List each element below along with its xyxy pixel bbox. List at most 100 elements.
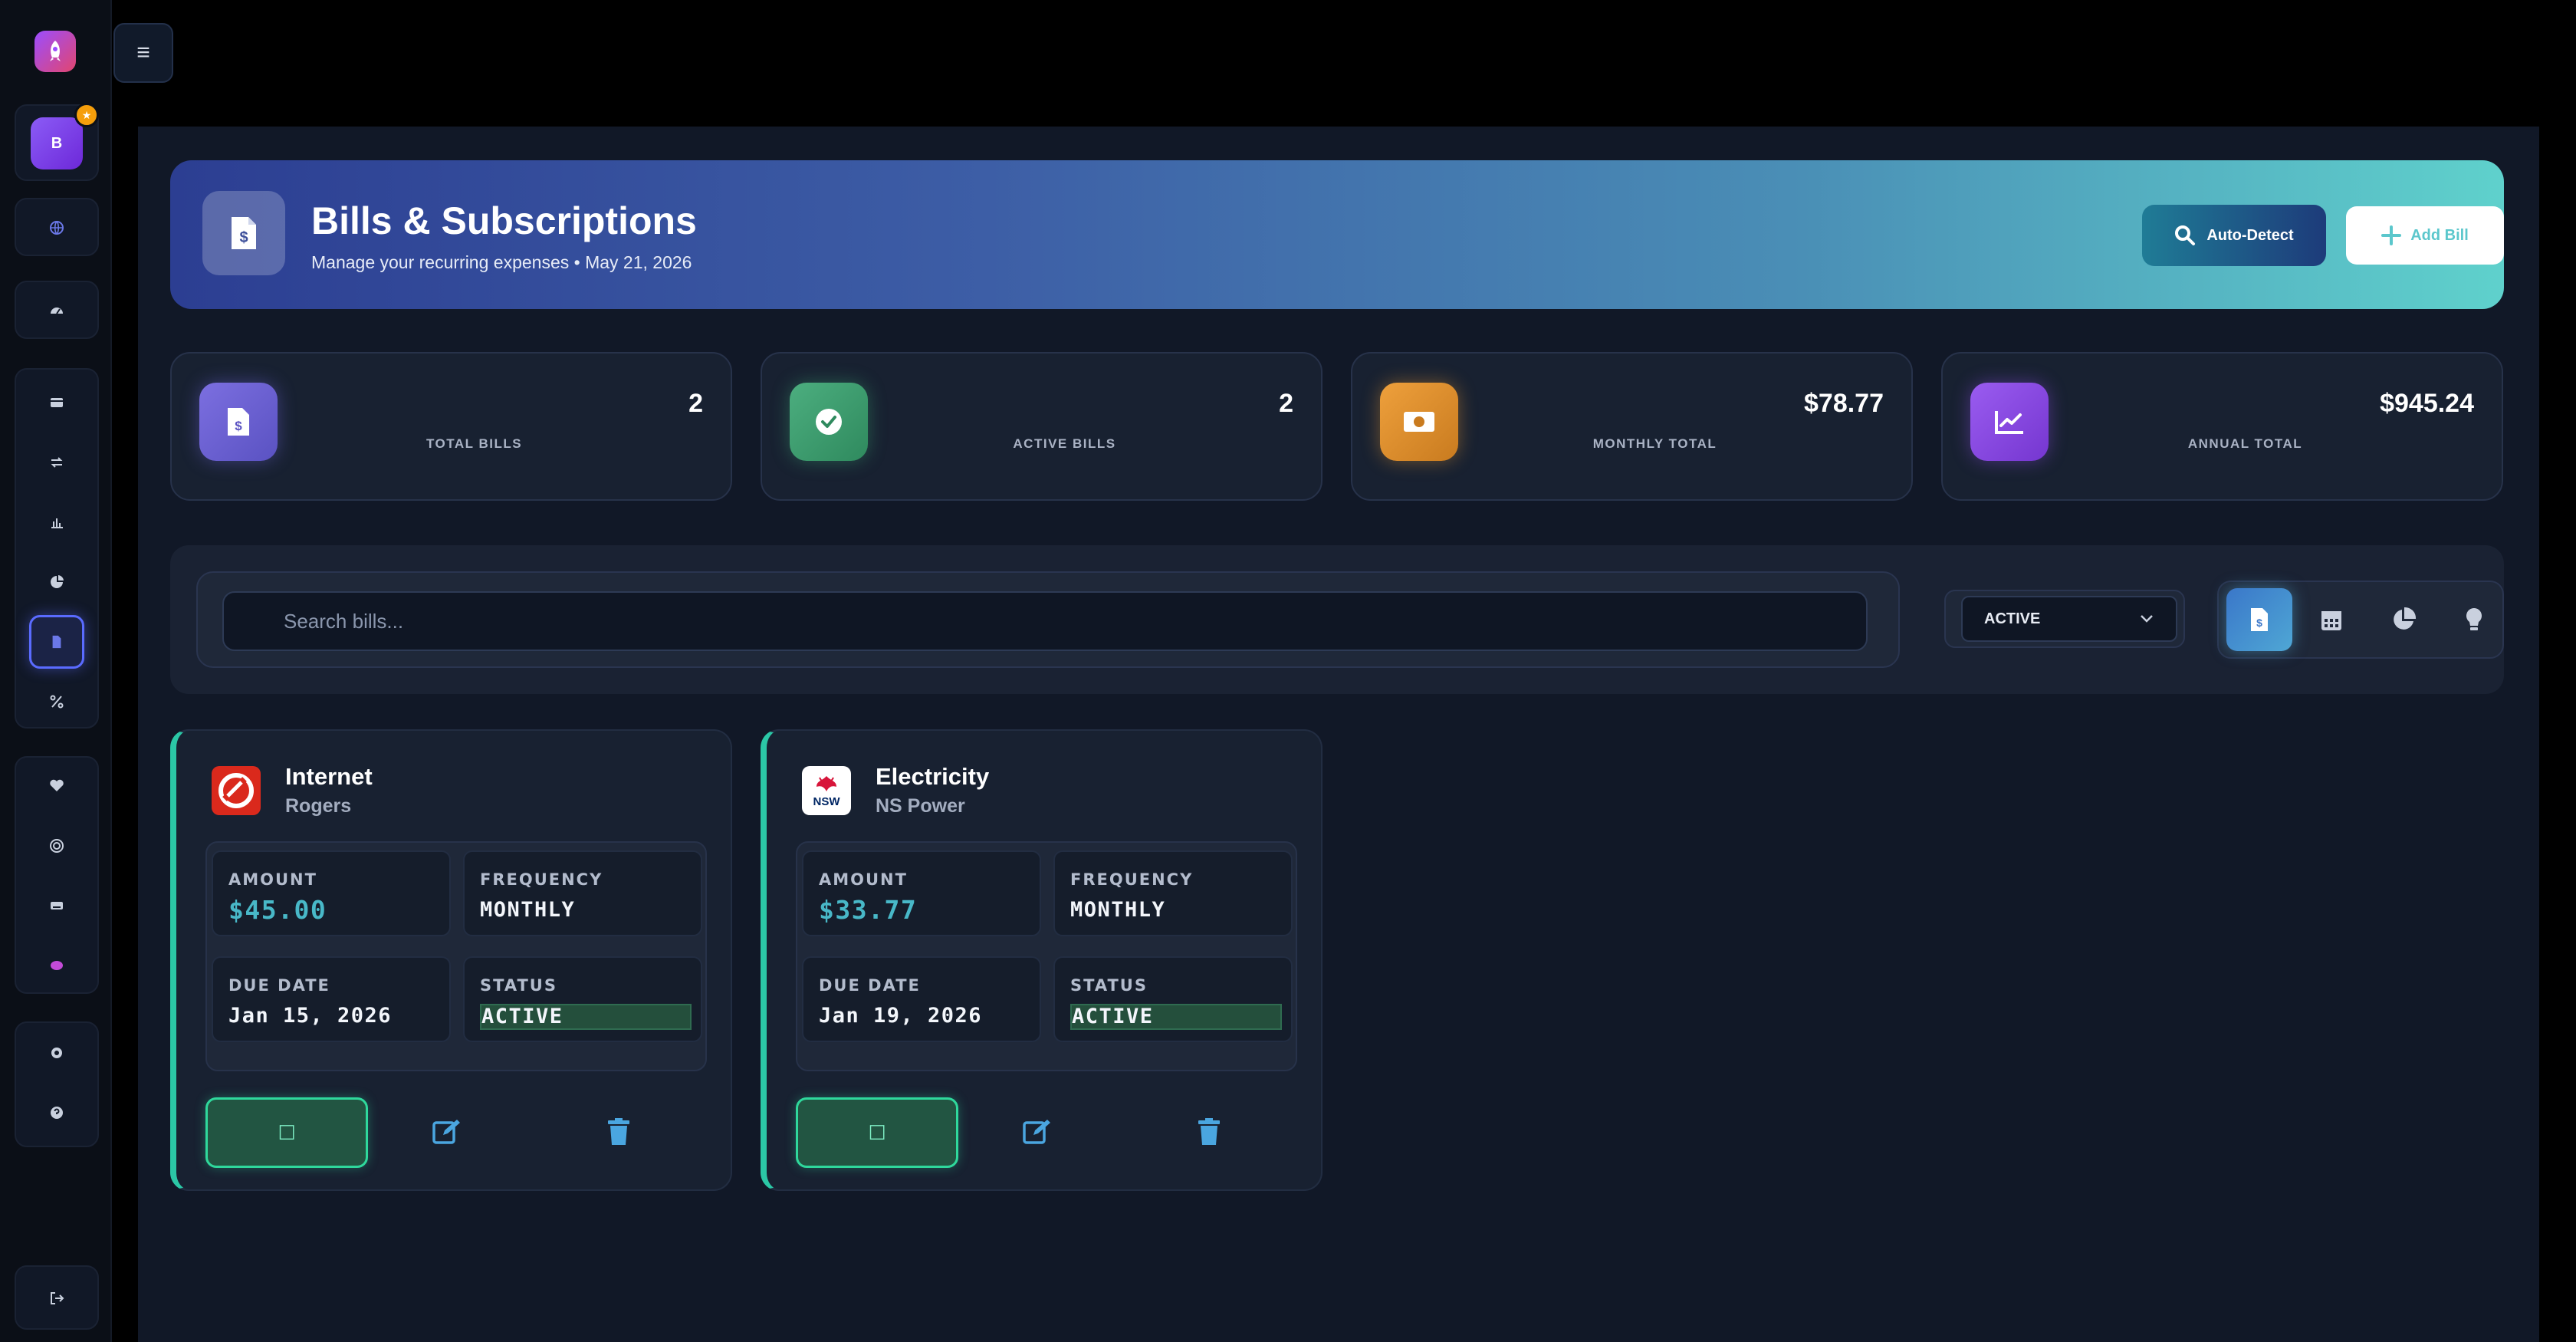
- stat-value: 2: [688, 389, 703, 418]
- keyboard-icon: [51, 902, 63, 909]
- plus-icon: [2381, 225, 2402, 245]
- svg-text:$: $: [2256, 617, 2262, 629]
- page-title: Bills & Subscriptions: [311, 199, 697, 242]
- bill-actions: ☐: [205, 1097, 707, 1169]
- edit-button[interactable]: [412, 1105, 481, 1159]
- filter-bar: ACTIVE $: [170, 545, 2504, 694]
- amount-value: $45.00: [228, 895, 327, 925]
- gear-icon: [51, 1048, 62, 1058]
- sidebar-item-percent[interactable]: [16, 675, 97, 729]
- status-label: STATUS: [1070, 976, 1148, 995]
- mark-paid-button[interactable]: ☐: [796, 1097, 958, 1168]
- bill-name: Internet: [285, 763, 373, 790]
- bill-provider: NS Power: [876, 795, 965, 817]
- svg-text:$: $: [235, 419, 242, 433]
- due-date-label: DUE DATE: [228, 976, 330, 995]
- status-badge: ACTIVE: [1070, 1004, 1282, 1030]
- sidebar-group-logout: [15, 1265, 99, 1330]
- sidebar-item-cards[interactable]: [16, 879, 97, 932]
- sidebar-item-help[interactable]: [16, 1086, 97, 1140]
- sidebar-item-bills[interactable]: [16, 615, 97, 669]
- target-icon: [50, 839, 64, 853]
- search-icon: [2175, 225, 2196, 245]
- sidebar-item-ai[interactable]: [16, 939, 97, 992]
- frequency-label: FREQUENCY: [480, 870, 603, 889]
- search-input[interactable]: [222, 591, 1868, 651]
- percent-icon: [50, 695, 64, 709]
- sidebar-group-nav2: [15, 281, 99, 339]
- stat-value: $945.24: [2380, 389, 2474, 418]
- sign-out-icon: [51, 1292, 64, 1304]
- provider-logo-text: NSW: [813, 795, 840, 808]
- file-invoice-icon: [52, 635, 61, 649]
- bar-chart-icon: [51, 518, 63, 528]
- mark-paid-button[interactable]: ☐: [205, 1097, 368, 1168]
- menu-toggle-button[interactable]: ≡: [113, 23, 173, 83]
- bill-details: AMOUNT $45.00 FREQUENCY MONTHLY DUE DATE…: [205, 841, 707, 1071]
- avatar[interactable]: B: [31, 117, 83, 169]
- frequency-value: MONTHLY: [1070, 898, 1166, 922]
- edit-button[interactable]: [1003, 1105, 1072, 1159]
- sidebar-item-dashboard[interactable]: [16, 284, 97, 337]
- stat-card-monthly-total: $78.77 MONTHLY TOTAL: [1351, 352, 1913, 501]
- auto-detect-button[interactable]: Auto-Detect: [2142, 205, 2326, 266]
- sidebar-item-reports[interactable]: [16, 495, 97, 549]
- edit-icon: [432, 1120, 460, 1144]
- view-calendar-button[interactable]: [2298, 588, 2364, 651]
- rocket-icon: [50, 41, 61, 61]
- status-filter-value: ACTIVE: [1984, 610, 2041, 627]
- trash-icon: [608, 1118, 629, 1145]
- sidebar-item-bills-highlight: [29, 615, 84, 669]
- bill-name: Electricity: [876, 763, 990, 790]
- add-bill-label: Add Bill: [2410, 226, 2469, 244]
- delete-button[interactable]: [1175, 1105, 1244, 1159]
- sidebar-item-goals[interactable]: [16, 819, 97, 873]
- provider-logo: NSW: [802, 766, 851, 815]
- checkbox-icon: ☐: [278, 1120, 296, 1144]
- amount-label: AMOUNT: [228, 870, 317, 889]
- trash-icon: [1198, 1118, 1220, 1145]
- checkbox-icon: ☐: [868, 1120, 886, 1144]
- sidebar-item-globe[interactable]: [16, 201, 97, 255]
- stat-value: 2: [1279, 389, 1293, 418]
- page-subtitle: Manage your recurring expenses • May 21,…: [311, 252, 692, 272]
- sidebar-item-logout[interactable]: [16, 1271, 97, 1325]
- sidebar-group-finance: [15, 368, 99, 729]
- sidebar-item-transfers[interactable]: [16, 436, 97, 489]
- sidebar-item-settings[interactable]: [16, 1026, 97, 1080]
- stat-label: ACTIVE BILLS: [1013, 436, 1116, 451]
- stat-card-annual-total: $945.24 ANNUAL TOTAL: [1941, 352, 2503, 501]
- view-chart-button[interactable]: [2371, 588, 2436, 651]
- sidebar-group-tools: [15, 756, 99, 994]
- due-date-value: Jan 19, 2026: [819, 1004, 983, 1028]
- stat-card-active-bills: 2 ACTIVE BILLS: [761, 352, 1322, 501]
- frequency-cell: FREQUENCY MONTHLY: [463, 850, 702, 936]
- sidebar-item-health[interactable]: [16, 759, 97, 813]
- amount-cell: AMOUNT $33.77: [802, 850, 1041, 936]
- auto-detect-label: Auto-Detect: [2206, 226, 2294, 244]
- bill-actions: ☐: [796, 1097, 1297, 1169]
- gauge-icon: [51, 308, 63, 314]
- status-filter-select[interactable]: ACTIVE: [1961, 596, 2177, 642]
- status-cell: STATUS ACTIVE: [1053, 956, 1293, 1042]
- amount-cell: AMOUNT $45.00: [212, 850, 451, 936]
- sidebar-group-settings: [15, 1021, 99, 1147]
- bill-card: Internet Rogers AMOUNT $45.00 FREQUENCY …: [170, 729, 732, 1191]
- sidebar-item-budget[interactable]: [16, 555, 97, 609]
- delete-button[interactable]: [584, 1105, 653, 1159]
- due-date-cell: DUE DATE Jan 15, 2026: [212, 956, 451, 1042]
- add-bill-button[interactable]: Add Bill: [2346, 206, 2504, 265]
- calendar-icon: [2321, 611, 2341, 630]
- status-badge: ACTIVE: [480, 1004, 692, 1030]
- status-label: STATUS: [480, 976, 557, 995]
- stat-value: $78.77: [1804, 389, 1884, 418]
- app-logo[interactable]: [34, 31, 76, 72]
- exchange-icon: [51, 457, 63, 468]
- pie-chart-icon: [51, 575, 64, 588]
- status-cell: STATUS ACTIVE: [463, 956, 702, 1042]
- sidebar-item-wallet[interactable]: [16, 376, 97, 429]
- view-list-button[interactable]: $: [2226, 588, 2292, 651]
- page-header: $ Bills & Subscriptions Manage your recu…: [170, 160, 2504, 309]
- view-insights-button[interactable]: [2441, 588, 2507, 651]
- provider-logo: [212, 766, 261, 815]
